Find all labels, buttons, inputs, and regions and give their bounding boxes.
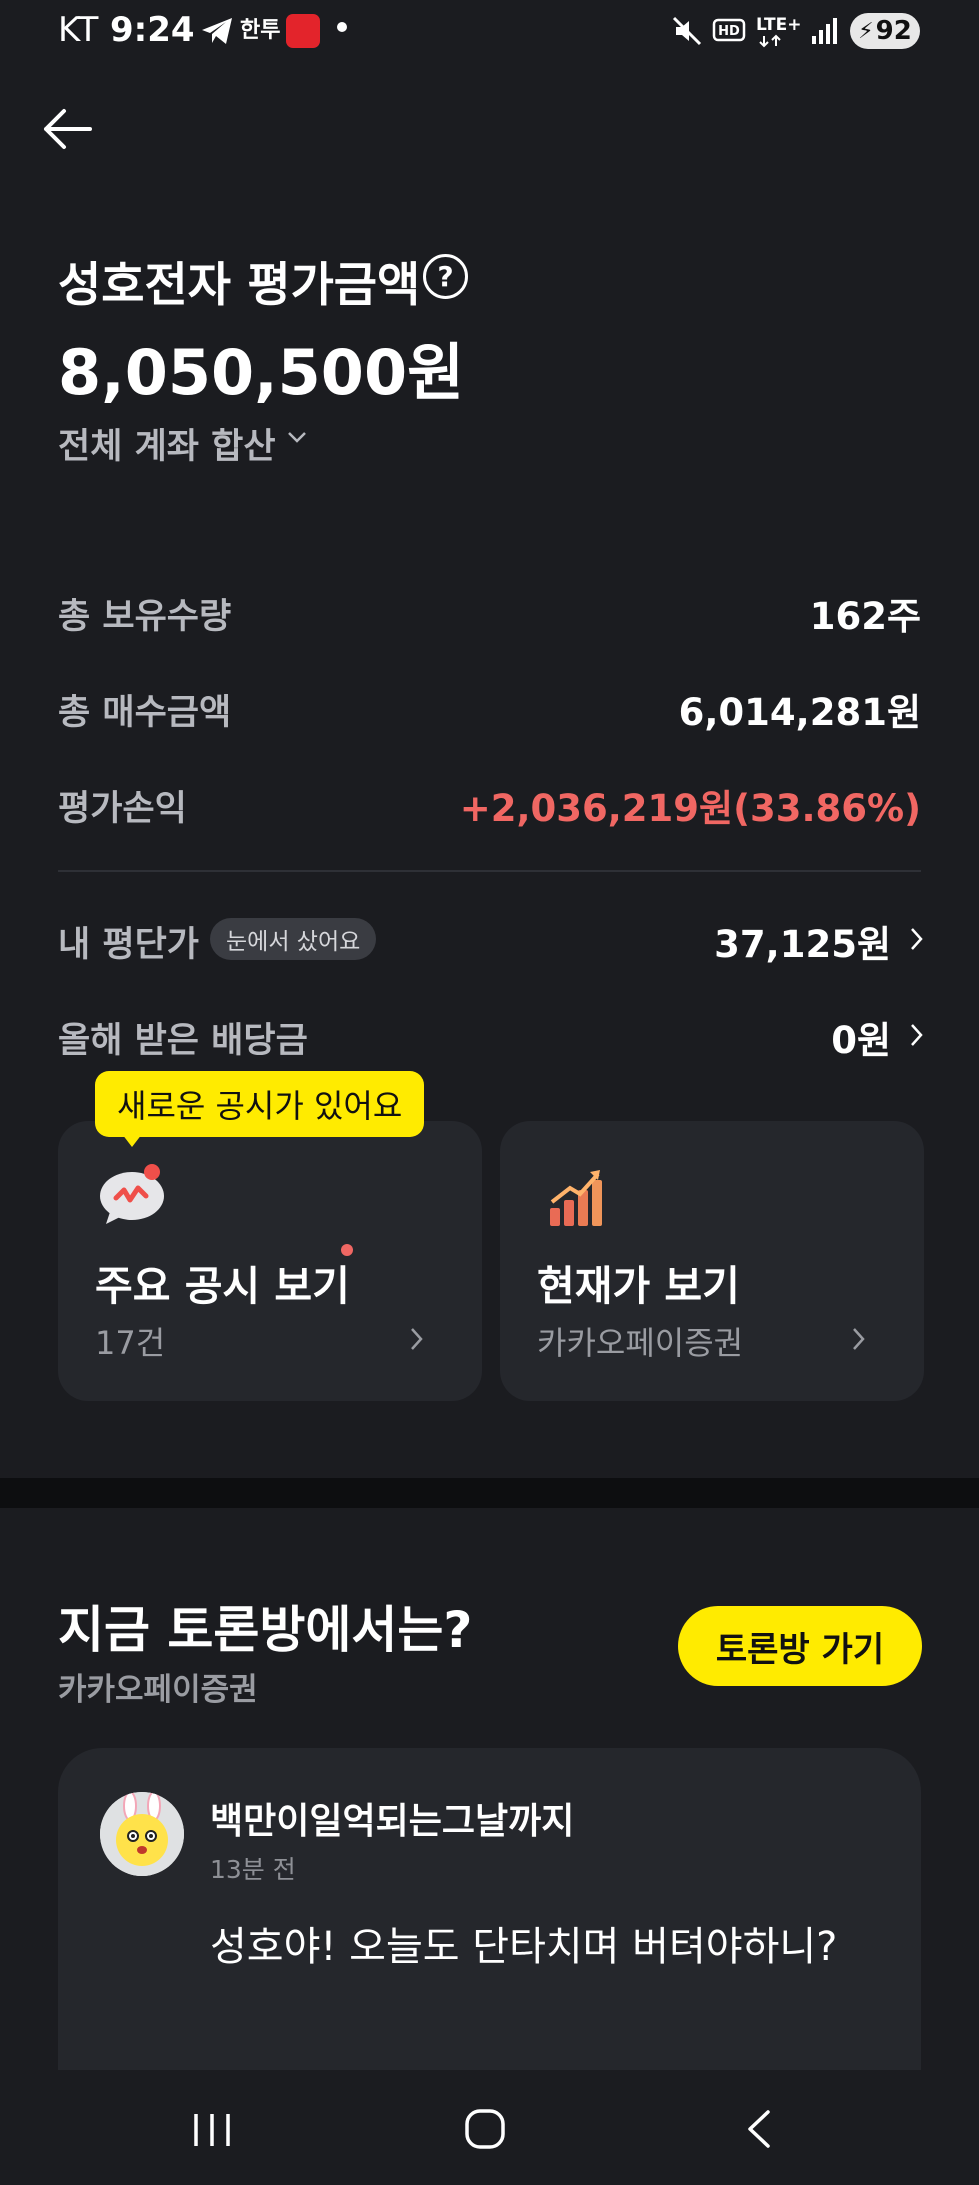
disclosure-chevron-right-icon (411, 1328, 423, 1350)
rabbit-character-icon (100, 1792, 184, 1876)
notification-dot-icon (337, 22, 347, 32)
carrier-label: KT (58, 10, 99, 50)
account-scope-dropdown[interactable]: 전체 계좌 합산 (58, 418, 276, 469)
chevron-down-icon[interactable] (287, 427, 307, 447)
avg-price-badge: 눈에서 샀어요 (210, 918, 377, 960)
avatar (100, 1792, 184, 1876)
section-divider (0, 1478, 979, 1508)
mute-icon (672, 16, 702, 46)
post-author: 백만이일억되는그날까지 (210, 1801, 575, 1842)
post-timestamp: 13분 전 (210, 1855, 296, 1884)
lte-plus-icon: LTE+ (756, 15, 801, 48)
holding-quantity-label: 총 보유수량 (58, 597, 232, 637)
hd-voice-icon: HD (712, 18, 746, 42)
forum-section-title: 지금 토론방에서는? (58, 1601, 473, 1659)
system-navigation-bar (0, 2070, 979, 2185)
avg-price-value[interactable]: 37,125원 (714, 914, 891, 968)
current-price-card-provider: 카카오페이증권 (537, 1324, 744, 1362)
speech-bubble-notice-icon (100, 1164, 164, 1224)
daiso-app-icon (286, 14, 320, 48)
page-title: 성호전자 평가금액 (58, 258, 421, 313)
current-price-chevron-right-icon (853, 1328, 865, 1350)
svg-text:LTE+: LTE+ (756, 15, 801, 35)
clock: 9:24 (110, 10, 195, 50)
battery-icon: ⚡ 92 (850, 13, 920, 49)
forum-provider: 카카오페이증권 (58, 1672, 258, 1708)
hantu-app-icon: 한투 (240, 18, 281, 43)
telegram-icon (202, 18, 232, 44)
profit-loss-label: 평가손익 (58, 789, 187, 829)
svg-text:HD: HD (718, 24, 740, 39)
disclosure-count: 17건 (95, 1324, 166, 1362)
post-body: 성호야! 오늘도 단타치며 버텨야하니? (210, 1924, 838, 1970)
disclosure-card-title: 주요 공시 보기 (95, 1262, 350, 1310)
recent-apps-icon[interactable] (190, 2110, 234, 2150)
tooltip-tail (122, 1134, 142, 1147)
home-icon[interactable] (464, 2108, 506, 2150)
dividend-value[interactable]: 0원 (831, 1010, 891, 1064)
avg-price-chevron-right-icon[interactable] (909, 925, 925, 953)
purchase-amount-value: 6,014,281원 (678, 691, 921, 734)
back-arrow-icon[interactable] (40, 104, 96, 154)
status-bar: KT 9:24 한투 HD LTE+ ⚡ 92 (0, 0, 979, 62)
profit-loss-value: +2,036,219원(33.86%) (459, 787, 921, 830)
new-disclosure-tooltip: 새로운 공시가 있어요 (95, 1071, 425, 1137)
go-to-forum-button[interactable]: 토론방 가기 (678, 1606, 922, 1686)
evaluation-amount: 8,050,500원 (58, 336, 465, 409)
rising-chart-icon (550, 1170, 602, 1226)
new-indicator-dot (341, 1244, 353, 1256)
holding-quantity-value: 162주 (809, 595, 921, 638)
current-price-card-title: 현재가 보기 (537, 1262, 740, 1310)
avg-price-label: 내 평단가 (58, 925, 199, 965)
dividend-chevron-right-icon[interactable] (909, 1021, 925, 1049)
divider (58, 870, 921, 872)
help-icon[interactable]: ? (423, 254, 468, 299)
dividend-label: 올해 받은 배당금 (58, 1021, 308, 1061)
purchase-amount-label: 총 매수금액 (58, 693, 232, 733)
back-nav-icon[interactable] (744, 2108, 774, 2150)
signal-icon (812, 18, 837, 44)
